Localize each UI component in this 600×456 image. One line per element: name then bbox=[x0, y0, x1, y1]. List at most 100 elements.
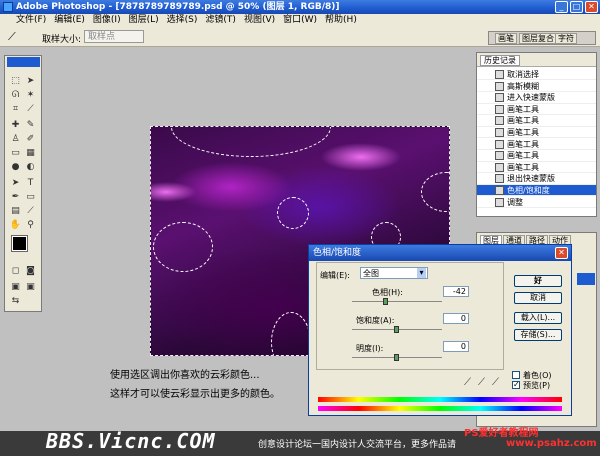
lightness-label: 明度(I): bbox=[356, 344, 384, 353]
fullscreen-mode-icon[interactable]: ▣ bbox=[24, 282, 37, 293]
magic-wand-icon[interactable]: ✶ bbox=[24, 90, 37, 101]
save-button[interactable]: 存储(S)... bbox=[514, 329, 562, 341]
history-item[interactable]: 高斯模糊 bbox=[477, 81, 596, 92]
history-step-icon bbox=[495, 197, 504, 207]
history-item[interactable]: 画笔工具 bbox=[477, 115, 596, 127]
layer-row-selected[interactable] bbox=[577, 273, 595, 285]
saturation-slider-thumb[interactable] bbox=[394, 326, 399, 333]
hue-slider-thumb[interactable] bbox=[383, 298, 389, 305]
menu-help[interactable]: 帮助(H) bbox=[321, 15, 361, 25]
history-item-label: 画笔工具 bbox=[507, 128, 539, 137]
eyedropper-icon[interactable]: ⟋ bbox=[464, 377, 471, 388]
menu-select[interactable]: 选择(S) bbox=[163, 15, 202, 25]
screen-mode-icon[interactable]: ▣ bbox=[9, 282, 22, 293]
history-item[interactable]: 画笔工具 bbox=[477, 104, 596, 116]
history-item[interactable]: 画笔工具 bbox=[477, 162, 596, 174]
lasso-tool-icon[interactable]: ᘏ bbox=[9, 90, 22, 101]
notes-tool-icon[interactable]: ▤ bbox=[9, 206, 22, 217]
eyedropper-icon[interactable]: ⟋ bbox=[8, 30, 16, 44]
sample-size-select[interactable]: 取样点 bbox=[84, 30, 144, 43]
marquee-tool-icon[interactable]: ⬚ bbox=[9, 76, 22, 87]
history-item-label: 调整 bbox=[507, 197, 523, 207]
history-item-label: 画笔工具 bbox=[507, 104, 539, 114]
history-item[interactable]: 进入快速蒙版 bbox=[477, 92, 596, 104]
selection-outline bbox=[277, 197, 309, 229]
dialog-close-icon[interactable]: ✕ bbox=[555, 247, 568, 259]
imageready-icon[interactable]: ⇆ bbox=[9, 296, 22, 307]
menu-view[interactable]: 视图(V) bbox=[240, 15, 279, 25]
cancel-button[interactable]: 取消 bbox=[514, 292, 562, 304]
type-tool-icon[interactable]: T bbox=[24, 178, 37, 189]
history-item[interactable]: 退出快速蒙版 bbox=[477, 173, 596, 185]
selection-outline bbox=[421, 172, 449, 212]
preview-checkbox[interactable]: ✓ bbox=[512, 381, 520, 389]
history-step-icon bbox=[495, 81, 504, 91]
crop-tool-icon[interactable]: ⌗ bbox=[9, 104, 22, 115]
menu-layer[interactable]: 图层(L) bbox=[125, 15, 163, 25]
chevron-down-icon: ▾ bbox=[417, 268, 426, 278]
minimize-icon[interactable]: _ bbox=[555, 1, 568, 13]
hue-input[interactable]: -42 bbox=[443, 286, 469, 297]
edit-label: 编辑(E): bbox=[320, 271, 350, 280]
edit-select[interactable]: 全图 ▾ bbox=[360, 267, 428, 279]
hand-tool-icon[interactable]: ✋ bbox=[9, 220, 22, 231]
history-step-icon bbox=[495, 151, 504, 161]
pen-tool-icon[interactable]: ✒ bbox=[9, 192, 22, 203]
load-button[interactable]: 载入(L)... bbox=[514, 312, 562, 324]
zoom-tool-icon[interactable]: ⚲ bbox=[24, 220, 37, 231]
dodge-tool-icon[interactable]: ◐ bbox=[24, 162, 37, 173]
brand-url: www.psahz.com bbox=[506, 438, 597, 449]
shape-tool-icon[interactable]: ▭ bbox=[24, 192, 37, 203]
menu-window[interactable]: 窗口(W) bbox=[279, 15, 321, 25]
menu-filter[interactable]: 滤镜(T) bbox=[201, 15, 240, 25]
gradient-tool-icon[interactable]: ▦ bbox=[24, 148, 37, 159]
history-item[interactable]: 调整 bbox=[477, 197, 596, 208]
well-tab-layer-comps[interactable]: 图层复合 bbox=[519, 33, 557, 44]
eraser-tool-icon[interactable]: ▭ bbox=[9, 148, 22, 159]
tab-history[interactable]: 历史记录 bbox=[480, 55, 520, 66]
toolbox: ⬚ ➤ ᘏ ✶ ⌗ ⟋ ✚ ✎ ♙ ✐ ▭ ▦ ● ◐ ➤ T ✒ ▭ ▤ ⟋ … bbox=[4, 55, 42, 312]
colorize-checkbox[interactable] bbox=[512, 371, 520, 379]
site-logo: BBS.Vicnc.COM bbox=[46, 429, 216, 453]
maximize-icon[interactable]: □ bbox=[570, 1, 583, 13]
standard-mode-icon[interactable]: ◻ bbox=[9, 266, 22, 277]
brand-name: PS爱好者教程网 bbox=[464, 428, 539, 439]
history-item[interactable]: 画笔工具 bbox=[477, 139, 596, 150]
well-tab-character[interactable]: 字符 bbox=[555, 33, 577, 44]
foreground-color-swatch[interactable] bbox=[11, 235, 28, 252]
eyedropper-minus-icon[interactable]: ⟋ bbox=[492, 377, 499, 388]
history-item[interactable]: 色相/饱和度 bbox=[477, 185, 596, 197]
lightness-slider-thumb[interactable] bbox=[394, 354, 399, 361]
slice-tool-icon[interactable]: ⟋ bbox=[24, 104, 37, 115]
sample-size-value: 取样点 bbox=[88, 32, 116, 42]
history-brush-icon[interactable]: ✐ bbox=[24, 134, 37, 145]
hue-label: 色相(H): bbox=[372, 288, 403, 297]
preview-label: 预览(P) bbox=[523, 381, 551, 390]
well-tab-brushes[interactable]: 画笔 bbox=[495, 33, 517, 44]
eyedropper-tool-icon[interactable]: ⟋ bbox=[24, 206, 37, 217]
brush-tool-icon[interactable]: ✎ bbox=[24, 120, 37, 131]
quick-mask-icon[interactable]: ◙ bbox=[24, 266, 37, 277]
ok-button[interactable]: 好 bbox=[514, 275, 562, 287]
move-tool-icon[interactable]: ➤ bbox=[24, 76, 37, 87]
healing-brush-icon[interactable]: ✚ bbox=[9, 120, 22, 131]
menu-image[interactable]: 图像(I) bbox=[89, 15, 125, 25]
menu-bar: 文件(F) 编辑(E) 图像(I) 图层(L) 选择(S) 滤镜(T) 视图(V) 窗口(W)… bbox=[0, 14, 600, 27]
history-step-icon bbox=[495, 139, 504, 149]
lightness-input[interactable]: 0 bbox=[443, 341, 469, 352]
hue-slider[interactable] bbox=[352, 301, 442, 302]
history-item[interactable]: 取消选择 bbox=[477, 69, 596, 81]
menu-file[interactable]: 文件(F) bbox=[0, 15, 50, 25]
path-select-icon[interactable]: ➤ bbox=[9, 178, 22, 189]
history-item[interactable]: 画笔工具 bbox=[477, 150, 596, 162]
close-icon[interactable]: ✕ bbox=[585, 1, 598, 13]
selection-outline bbox=[171, 127, 331, 157]
blur-tool-icon[interactable]: ● bbox=[9, 162, 22, 173]
eyedropper-plus-icon[interactable]: ⟋ bbox=[478, 377, 485, 388]
menu-edit[interactable]: 编辑(E) bbox=[50, 15, 89, 25]
history-item-label: 色相/饱和度 bbox=[507, 186, 550, 195]
clone-stamp-icon[interactable]: ♙ bbox=[9, 134, 22, 145]
history-item[interactable]: 画笔工具 bbox=[477, 127, 596, 139]
selection-outline bbox=[153, 222, 213, 272]
saturation-input[interactable]: 0 bbox=[443, 313, 469, 324]
